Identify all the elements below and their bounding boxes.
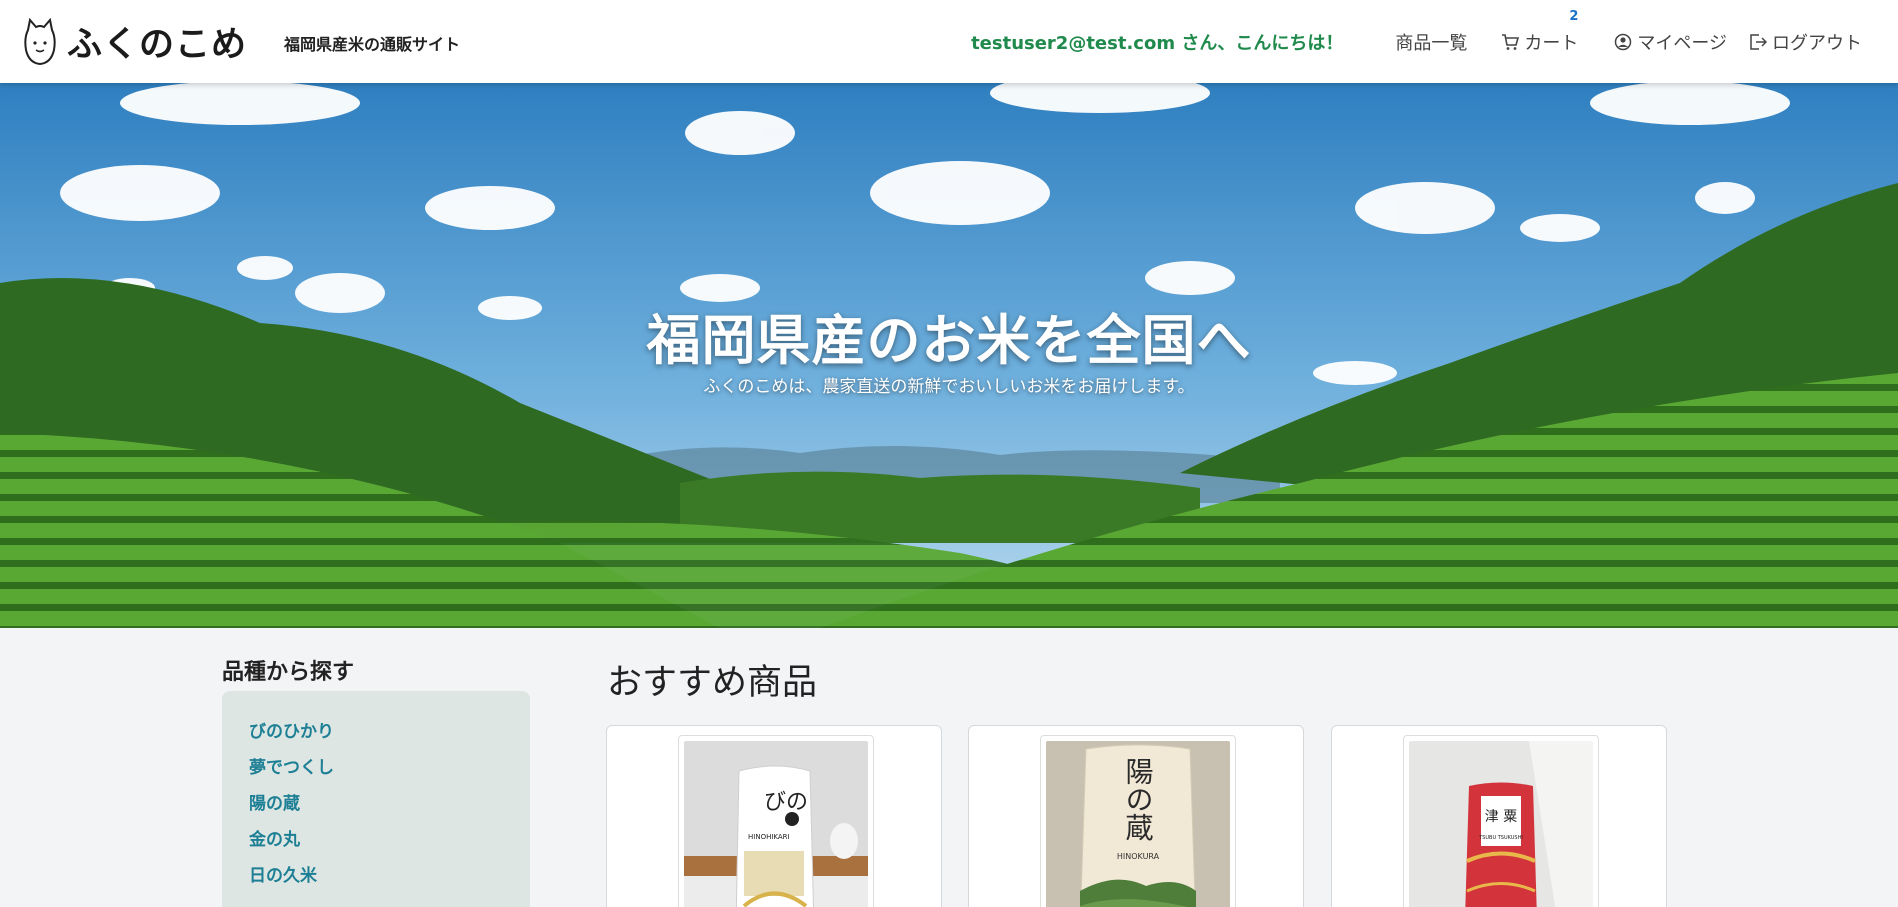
logout-icon [1750, 33, 1767, 50]
nav-logout-link[interactable]: ログアウト [1749, 29, 1862, 55]
nav-mypage-link[interactable]: マイページ [1614, 29, 1727, 55]
site-logo[interactable]: ふくのこめ [23, 16, 247, 67]
nav-mypage-label: マイページ [1637, 32, 1727, 54]
user-circle-icon [1615, 33, 1632, 50]
product-image[interactable]: 津 粟 TSUBU TSUKUSHI [1409, 741, 1593, 907]
rice-bag-image: びの HINOHIKARI [684, 741, 868, 907]
product-card[interactable]: 陽の蔵 HINOKURA [968, 725, 1304, 907]
variety-link-hinokume[interactable]: 日の久米 [249, 863, 530, 899]
pkg-top-text: 津 粟 [1485, 809, 1517, 825]
site-tagline: 福岡県産米の通販サイト [284, 35, 461, 54]
nav-cart-label: カート [1524, 32, 1579, 54]
site-header: ふくのこめ 福岡県産米の通販サイト testuser2@test.com さん、… [0, 0, 1898, 83]
variety-section-title: 品種から探す [222, 660, 355, 685]
variety-link-yumedetsukushi[interactable]: 夢でつくし [249, 755, 530, 791]
hero-title: 福岡県産のお米を全国へ [646, 309, 1252, 372]
cart-count-badge: 2 [1569, 8, 1579, 24]
variety-link-binohikari[interactable]: びのひかり [249, 719, 530, 755]
product-card[interactable]: びの HINOHIKARI [606, 725, 942, 907]
pkg-brand-text: HINOHIKARI [748, 833, 790, 841]
pkg-top-text: びの [764, 790, 808, 815]
nav-logout-label: ログアウト [1772, 32, 1862, 54]
pkg-brand-text: TSUBU TSUKUSHI [1478, 835, 1523, 841]
rice-bag-image: 陽の蔵 HINOKURA [1046, 741, 1230, 907]
nav-products-label: 商品一覧 [1395, 32, 1468, 54]
product-image-frame: びの HINOHIKARI [678, 735, 874, 907]
pkg-brand-text: HINOKURA [1117, 852, 1160, 861]
rice-mascot-icon [24, 17, 56, 65]
hero-banner: 福岡県産のお米を全国へ ふくのこめは、農家直送の新鮮でおいしいお米をお届けします… [0, 83, 1898, 628]
pkg-top-text: 陽の蔵 [1122, 757, 1155, 841]
product-image[interactable]: びの HINOHIKARI [684, 741, 868, 907]
nav-products-link[interactable]: 商品一覧 [1395, 29, 1467, 55]
variety-link-kinnomaru[interactable]: 金の丸 [249, 827, 530, 863]
hero-subtitle: ふくのこめは、農家直送の新鮮でおいしいお米をお届けします。 [703, 377, 1195, 397]
product-image[interactable]: 陽の蔵 HINOKURA [1046, 741, 1230, 907]
recommended-title: おすすめ商品 [607, 663, 818, 703]
rice-bag-image: 津 粟 TSUBU TSUKUSHI [1409, 741, 1593, 907]
product-image-frame: 津 粟 TSUBU TSUKUSHI [1403, 735, 1599, 907]
variety-link-hinokura[interactable]: 陽の蔵 [249, 791, 530, 827]
cart-icon [1502, 33, 1520, 50]
product-card[interactable]: 津 粟 TSUBU TSUKUSHI [1331, 725, 1667, 907]
logo-text: ふくのこめ [67, 25, 248, 65]
main-nav: testuser2@test.com さん、こんにちは！ 商品一覧 カート 2 … [971, 0, 1862, 83]
user-greeting: testuser2@test.com さん、こんにちは！ [971, 32, 1344, 54]
product-image-frame: 陽の蔵 HINOKURA [1040, 735, 1236, 907]
nav-cart-link[interactable]: カート 2 [1501, 9, 1579, 55]
variety-list: びのひかり 夢でつくし 陽の蔵 金の丸 日の久米 [222, 691, 530, 907]
